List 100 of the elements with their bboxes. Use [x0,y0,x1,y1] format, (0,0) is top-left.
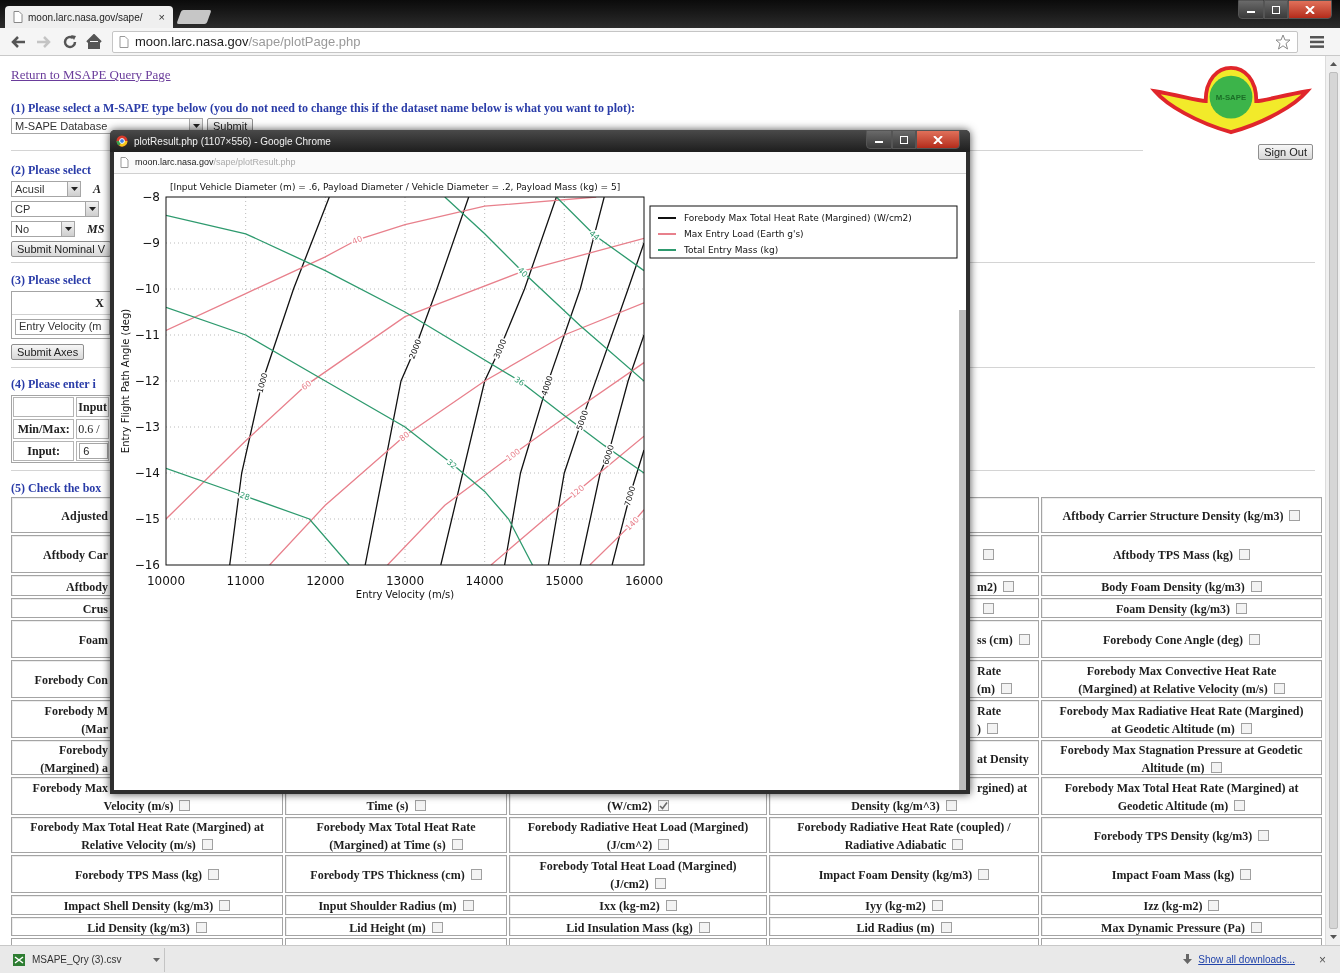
cell-label: Foam [78,633,108,647]
checkbox[interactable] [414,800,426,811]
checkbox[interactable] [219,900,231,911]
checkbox[interactable] [1208,900,1220,911]
return-link[interactable]: Return to MSAPE Query Page [11,68,171,82]
section-heading: (3) Please select [11,273,91,287]
close-button[interactable] [916,130,960,149]
checkmark-icon [658,801,668,810]
checkbox[interactable] [1250,921,1262,933]
cell-label: (W/cm2) [607,799,652,813]
sign-out-button[interactable]: Sign Out [1258,144,1313,160]
cell-label: Forebody Max Radiative Heat Rate (Margined) [1059,704,1304,718]
dropdown[interactable]: No [11,221,75,237]
checkbox[interactable] [952,839,964,850]
y-tick-label: −15 [134,512,160,526]
checkbox[interactable] [987,723,998,734]
checkbox[interactable] [657,800,669,811]
checkbox[interactable] [1001,683,1012,694]
scrollbar[interactable] [1325,56,1340,945]
download-item[interactable]: MSAPE_Qry (3).csv [10,947,165,972]
scrollbar-thumb[interactable] [1328,72,1338,929]
checkbox[interactable] [195,921,207,933]
url-text: moon.larc.nasa.gov/sape/plotResult.php [135,155,296,169]
dropdown[interactable]: Acusil [11,181,81,197]
minimize-button[interactable] [1238,0,1264,19]
checkbox[interactable] [983,603,994,614]
menu-icon[interactable] [1310,35,1324,48]
checkbox[interactable] [462,900,474,911]
cell-label: (Margined) a [40,760,108,774]
page-icon [119,35,129,48]
table-cell [13,397,75,417]
cell-label: Forebody Max Total Heat Rate [316,820,476,834]
checkbox[interactable] [470,869,482,880]
submit-axes-button[interactable]: Submit Axes [11,344,85,360]
spreadsheet-icon [12,952,26,967]
contour-label: 40 [350,234,364,247]
input-field[interactable]: 6 [79,443,108,459]
checkbox[interactable] [658,839,670,850]
cell-label: at Density [977,751,1029,766]
reload-icon[interactable] [62,33,78,50]
table-cell: 0.6 / [76,419,109,439]
new-tab-button[interactable] [176,10,212,24]
checkbox[interactable] [1236,603,1247,614]
contour-label: 36 [512,374,527,388]
cell-label: Forebody Max Total Heat Rate (Margined) at [30,820,264,834]
checkbox[interactable] [698,921,710,933]
checkbox[interactable] [1250,580,1262,592]
dropdown[interactable]: CP [11,201,99,217]
legend-label: Total Entry Mass (kg) [684,245,779,255]
checkbox[interactable] [665,900,677,911]
contour-label: 40 [515,265,530,280]
checkbox[interactable] [1289,510,1301,521]
forward-icon[interactable] [36,34,52,49]
checkbox[interactable] [983,549,994,560]
cell-label: Aftbody TPS Mass (kg) [1112,548,1234,562]
scrollbar[interactable] [959,310,966,790]
show-all-downloads-link[interactable]: Show all downloads... [1198,952,1295,967]
address-bar[interactable]: moon.larc.nasa.gov/sape/plotPage.php [112,30,1298,53]
maximize-button[interactable] [892,130,916,149]
cell-label: Forebody Con [34,673,108,687]
browser-tab[interactable]: moon.larc.nasa.gov/sape/ × [5,6,173,28]
minimize-button[interactable] [866,130,892,149]
cell-label: Impact Shell Density (kg/m3) [63,899,214,913]
checkbox[interactable] [179,800,191,811]
close-button[interactable] [1288,0,1332,19]
checkbox[interactable] [654,878,666,889]
checkbox[interactable] [1273,683,1285,694]
cell-label: Density (kg/m^3) [851,799,940,813]
back-icon[interactable] [10,34,26,49]
column-header: X [94,295,105,312]
contour-label: 120 [568,483,587,501]
checkbox[interactable] [1240,723,1252,734]
star-icon[interactable] [1275,33,1291,50]
scroll-up-icon[interactable] [1329,62,1337,66]
close-tab-button[interactable]: × [158,11,165,23]
maximize-button[interactable] [1264,0,1288,19]
checkbox[interactable] [1239,549,1251,560]
dropdown[interactable]: Entry Velocity (m [15,318,110,335]
checkbox[interactable] [978,869,990,880]
checkbox[interactable] [940,921,952,933]
checkbox[interactable] [1258,830,1270,841]
checkbox[interactable] [431,921,443,933]
checkbox[interactable] [1234,800,1246,811]
row-label: Min/Max: [13,419,75,439]
checkbox[interactable] [931,900,943,911]
checkbox[interactable] [1240,869,1252,880]
cell-label: (J/cm2) [610,877,649,891]
checkbox[interactable] [208,869,220,880]
scroll-down-icon[interactable] [1329,935,1337,939]
checkbox[interactable] [451,839,463,850]
cell-label: Forebody Max [32,781,108,795]
submit-button[interactable]: Submit Nominal V [11,241,112,257]
checkbox[interactable] [1249,634,1261,645]
checkbox[interactable] [201,839,213,850]
close-button[interactable]: × [1319,950,1326,969]
checkbox[interactable] [945,800,957,811]
checkbox[interactable] [1018,634,1030,645]
checkbox[interactable] [1210,761,1222,773]
home-icon[interactable] [86,34,102,49]
checkbox[interactable] [1003,580,1014,592]
